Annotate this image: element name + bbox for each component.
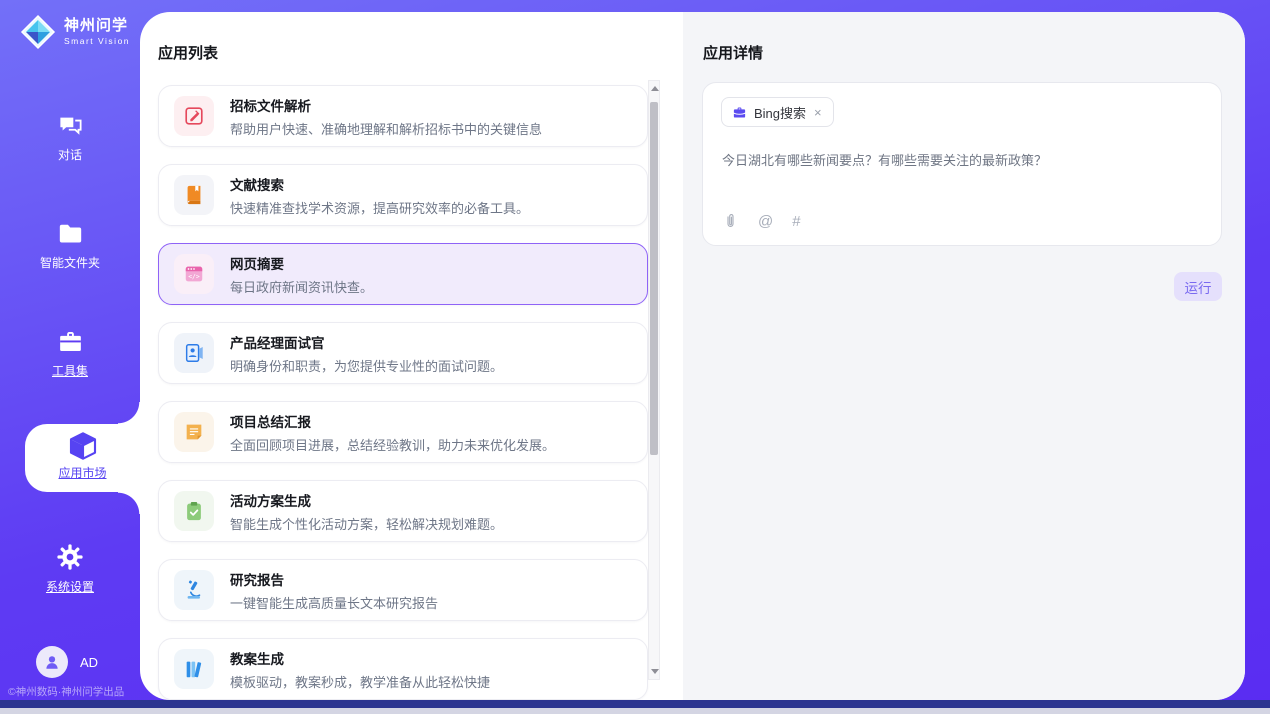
bottom-navy-strip	[0, 700, 1270, 708]
app-description: 一键智能生成高质量长文本研究报告	[230, 593, 438, 612]
app-name: 活动方案生成	[230, 490, 503, 510]
toolbox-icon	[57, 328, 84, 355]
app-card-bid-analysis[interactable]: 招标文件解析 帮助用户快速、准确地理解和解析招标书中的关键信息	[158, 85, 648, 147]
input-toolbar: @ #	[722, 213, 801, 230]
app-icon-tile: </>	[174, 254, 214, 294]
app-icon-tile	[174, 491, 214, 531]
sidebar-item-chat[interactable]: 对话	[0, 112, 140, 163]
app-description: 明确身份和职责，为您提供专业性的面试问题。	[230, 356, 503, 375]
diamond-logo-icon	[20, 14, 56, 50]
sidebar-item-toolset[interactable]: 工具集	[0, 328, 140, 379]
books-icon	[183, 658, 205, 680]
sidebar-item-label: 工具集	[0, 362, 140, 379]
bottom-gray-strip	[0, 708, 1270, 714]
app-icon-tile	[174, 649, 214, 689]
user-menu[interactable]: AD	[36, 646, 98, 678]
copyright-footer: ©神州数码·神州问学出品	[8, 684, 148, 699]
active-tab-fillet-top	[118, 402, 140, 424]
paperclip-icon[interactable]	[722, 213, 739, 230]
scrollbar-down-icon[interactable]	[651, 669, 659, 674]
app-name: 网页摘要	[230, 253, 373, 273]
briefcase-icon	[732, 105, 747, 120]
app-description: 模板驱动，教案秒成，教学准备从此轻松快捷	[230, 672, 490, 691]
app-name: 教案生成	[230, 648, 490, 668]
main-content: 应用列表 招标文件解析 帮助用户快速、准确地理解和解析招标书中的关键信息	[140, 12, 1245, 700]
tool-tag-label: Bing搜索	[754, 103, 806, 122]
app-name: 产品经理面试官	[230, 332, 503, 352]
query-input[interactable]: 今日湖北有哪些新闻要点？有哪些需要关注的最新政策？	[722, 151, 1202, 171]
sidebar-item-label: 应用市场	[25, 464, 140, 481]
brand-subtitle: Smart Vision	[64, 37, 130, 46]
app-name: 招标文件解析	[230, 95, 542, 115]
app-description: 帮助用户快速、准确地理解和解析招标书中的关键信息	[230, 119, 542, 138]
scrollbar-up-icon[interactable]	[651, 86, 659, 91]
sidebar-item-label: 智能文件夹	[0, 254, 140, 271]
app-name: 项目总结汇报	[230, 411, 555, 431]
app-card-web-summary[interactable]: </> 网页摘要 每日政府新闻资讯快查。	[158, 243, 648, 305]
app-card-pm-interviewer[interactable]: 产品经理面试官 明确身份和职责，为您提供专业性的面试问题。	[158, 322, 648, 384]
book-icon	[183, 184, 205, 206]
interviewer-icon	[183, 342, 205, 364]
app-detail-title: 应用详情	[703, 42, 763, 63]
app-icon-tile	[174, 333, 214, 373]
app-icon-tile	[174, 175, 214, 215]
scrollbar-thumb[interactable]	[650, 102, 658, 455]
cube-icon	[67, 430, 99, 462]
app-icon-tile	[174, 412, 214, 452]
microscope-icon	[183, 579, 205, 601]
chat-icon	[57, 112, 84, 139]
svg-text:</>: </>	[188, 273, 200, 281]
mention-icon[interactable]: @	[758, 213, 773, 230]
app-card-event-plan[interactable]: 活动方案生成 智能生成个性化活动方案，轻松解决规划难题。	[158, 480, 648, 542]
sidebar-item-label: 对话	[0, 146, 140, 163]
person-icon	[43, 653, 61, 671]
app-card-literature-search[interactable]: 文献搜索 快速精准查找学术资源，提高研究效率的必备工具。	[158, 164, 648, 226]
sidebar-item-label: 系统设置	[0, 578, 140, 595]
browser-code-icon: </>	[183, 263, 205, 285]
sidebar-item-smart-folder[interactable]: 智能文件夹	[0, 220, 140, 271]
hash-icon[interactable]: #	[792, 213, 800, 230]
app-icon-tile	[174, 570, 214, 610]
app-name: 研究报告	[230, 569, 438, 589]
folder-icon	[57, 220, 84, 247]
app-detail-panel: 应用详情 Bing搜索 × 今日湖北有哪些新闻要点？有哪些需要关注的最新政策？ …	[683, 12, 1245, 700]
app-description: 智能生成个性化活动方案，轻松解决规划难题。	[230, 514, 503, 533]
app-icon-tile	[174, 96, 214, 136]
app-description: 快速精准查找学术资源，提高研究效率的必备工具。	[230, 198, 529, 217]
tool-tag-bing-search[interactable]: Bing搜索 ×	[721, 97, 834, 127]
app-card-research-report[interactable]: 研究报告 一键智能生成高质量长文本研究报告	[158, 559, 648, 621]
clipboard-check-icon	[183, 500, 205, 522]
app-description: 全面回顾项目进展，总结经验教训，助力未来优化发展。	[230, 435, 555, 454]
app-list-title: 应用列表	[158, 42, 218, 63]
avatar	[36, 646, 68, 678]
note-icon	[183, 421, 205, 443]
active-tab-fillet-bottom	[118, 492, 140, 514]
edit-document-icon	[183, 105, 205, 127]
query-card: Bing搜索 × 今日湖北有哪些新闻要点？有哪些需要关注的最新政策？ @ #	[702, 82, 1222, 246]
gear-icon	[56, 543, 84, 571]
app-name: 文献搜索	[230, 174, 529, 194]
app-list: 招标文件解析 帮助用户快速、准确地理解和解析招标书中的关键信息 文献搜索 快速精…	[158, 85, 648, 700]
app-card-lesson-plan[interactable]: 教案生成 模板驱动，教案秒成，教学准备从此轻松快捷	[158, 638, 648, 700]
scrollbar-track[interactable]	[648, 80, 660, 680]
sidebar: 神州问学 Smart Vision 对话 智能文件夹 工具集 应用市场	[0, 0, 140, 714]
sidebar-item-settings[interactable]: 系统设置	[0, 543, 140, 595]
user-name: AD	[80, 655, 98, 670]
close-icon[interactable]: ×	[813, 105, 823, 120]
brand-name: 神州问学	[64, 18, 130, 35]
app-card-project-summary[interactable]: 项目总结汇报 全面回顾项目进展，总结经验教训，助力未来优化发展。	[158, 401, 648, 463]
run-button[interactable]: 运行	[1174, 272, 1222, 301]
app-description: 每日政府新闻资讯快查。	[230, 277, 373, 296]
sidebar-item-app-market[interactable]: 应用市场	[25, 424, 140, 492]
brand-logo: 神州问学 Smart Vision	[20, 14, 130, 50]
